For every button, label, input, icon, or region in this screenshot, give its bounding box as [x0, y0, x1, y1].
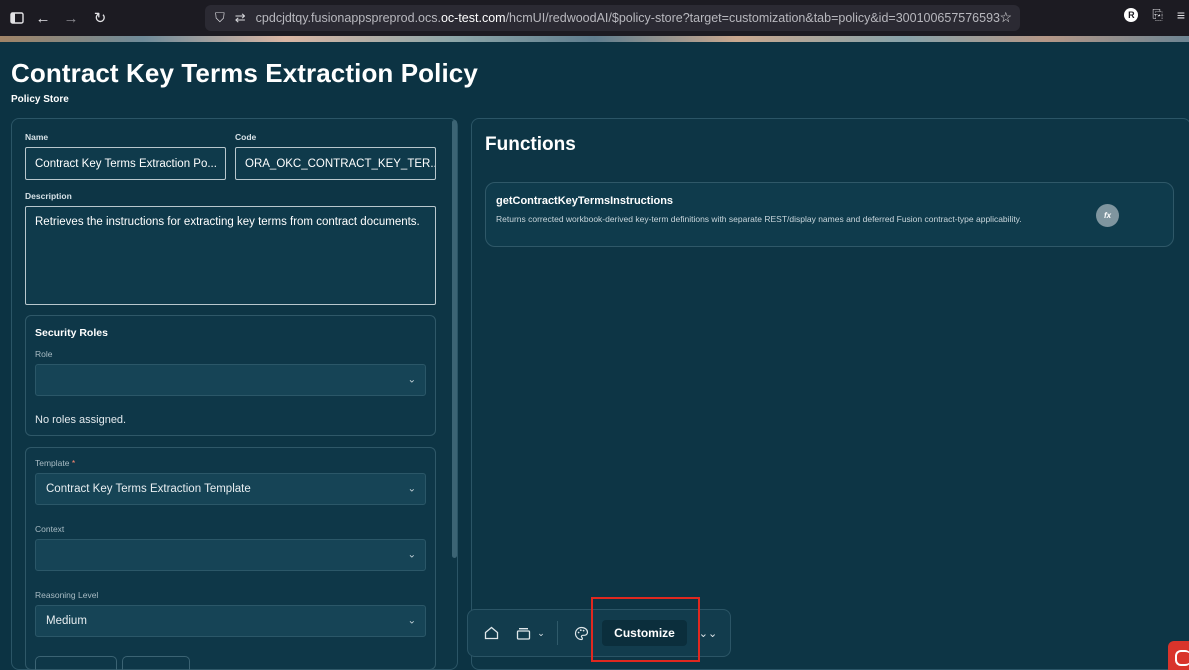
- partial-button[interactable]: [122, 656, 190, 670]
- chevron-down-icon: ⌄: [407, 374, 416, 386]
- back-icon[interactable]: ←: [32, 7, 54, 29]
- browser-toolbar: ← → ↻ ⛉ ⇄ cpdcjdtqy.fusionappspreprod.oc…: [0, 0, 1189, 36]
- home-icon[interactable]: [482, 624, 500, 642]
- bookmark-star-icon[interactable]: ☆: [999, 9, 1012, 26]
- context-label: Context: [35, 524, 65, 534]
- security-roles-title: Security Roles: [35, 327, 108, 339]
- fx-icon: fx: [1096, 204, 1119, 227]
- context-select[interactable]: ⌄: [35, 539, 426, 571]
- permissions-icon[interactable]: ⇄: [235, 10, 246, 26]
- template-label-text: Template: [35, 458, 70, 468]
- chevron-down-icon: ⌄: [407, 615, 416, 627]
- reload-icon[interactable]: ↻: [89, 7, 111, 29]
- oracle-logo-icon[interactable]: [1168, 641, 1189, 670]
- template-select-value: Contract Key Terms Extraction Template: [46, 483, 251, 495]
- page-layers-icon[interactable]: [514, 624, 532, 642]
- function-name: getContractKeyTermsInstructions: [496, 195, 674, 207]
- required-marker: *: [71, 458, 76, 468]
- annotation-highlight-box: [591, 597, 700, 662]
- chevron-down-icon: ⌄: [407, 549, 416, 561]
- no-roles-text: No roles assigned.: [35, 414, 127, 426]
- sidebar-toggle-icon[interactable]: [6, 7, 28, 29]
- code-field[interactable]: ORA_OKC_CONTRACT_KEY_TER...: [235, 147, 436, 180]
- extensions-icon[interactable]: ⎘: [1152, 7, 1162, 23]
- palette-icon[interactable]: [572, 624, 590, 642]
- page-subtitle: Policy Store: [11, 94, 69, 105]
- role-select[interactable]: ⌄: [35, 364, 426, 396]
- reasoning-level-label: Reasoning Level: [35, 590, 99, 600]
- name-field[interactable]: Contract Key Terms Extraction Po...: [25, 147, 226, 180]
- code-label: Code: [235, 132, 257, 142]
- description-field[interactable]: Retrieves the instructions for extractin…: [25, 206, 436, 305]
- chevron-down-icon: ⌄: [407, 483, 416, 495]
- reasoning-level-value: Medium: [46, 615, 87, 627]
- template-label: Template *: [35, 458, 75, 468]
- decorative-banner: [0, 36, 1189, 42]
- panel-scrollbar[interactable]: [452, 120, 457, 558]
- url-path: /hcmUI/redwoodAI/$policy-store?target=cu…: [505, 11, 1000, 25]
- description-label: Description: [25, 191, 72, 201]
- chevron-down-icon[interactable]: ⌄: [536, 626, 546, 640]
- page-title: Contract Key Terms Extraction Policy: [11, 58, 478, 88]
- role-label: Role: [35, 349, 53, 359]
- reasoning-level-select[interactable]: Medium ⌄: [35, 605, 426, 637]
- url-host: oc-test.com: [440, 11, 506, 25]
- partial-button[interactable]: [35, 656, 117, 670]
- functions-title: Functions: [485, 134, 576, 155]
- shield-icon[interactable]: ⛉: [215, 10, 225, 26]
- function-description: Returns corrected workbook-derived key-t…: [496, 214, 1022, 224]
- double-chevron-down-icon[interactable]: ⌄⌄: [699, 624, 717, 642]
- toolbar-divider: [557, 621, 558, 645]
- forward-icon[interactable]: →: [60, 7, 82, 29]
- profile-avatar[interactable]: R: [1124, 8, 1139, 22]
- url-prefix: cpdcjdtqy.fusionappspreprod.ocs.: [255, 11, 441, 25]
- menu-icon[interactable]: ≡: [1177, 7, 1185, 23]
- template-select[interactable]: Contract Key Terms Extraction Template ⌄: [35, 473, 426, 505]
- address-bar[interactable]: ⛉ ⇄ cpdcjdtqy.fusionappspreprod.ocs. oc-t…: [205, 5, 1020, 31]
- name-label: Name: [25, 132, 49, 142]
